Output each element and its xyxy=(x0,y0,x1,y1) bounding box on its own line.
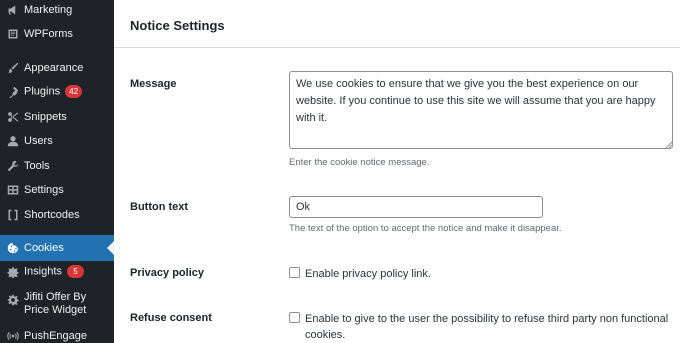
cookie-icon xyxy=(6,242,19,255)
sidebar-item-settings[interactable]: Settings xyxy=(0,183,114,197)
sidebar-item-label: Shortcodes xyxy=(24,208,80,221)
sidebar-item-label: Marketing xyxy=(24,3,73,16)
scissors-icon xyxy=(6,111,19,124)
sidebar-item-cookies[interactable]: Cookies xyxy=(0,235,114,261)
brackets-icon xyxy=(6,209,19,222)
settings-icon xyxy=(6,184,19,197)
sidebar-item-jifiti[interactable]: Jifiti Offer By Price Widget xyxy=(0,291,114,319)
message-label: Message xyxy=(130,78,177,90)
refuse-consent-option: Enable to give to the user the possibili… xyxy=(289,311,668,343)
sidebar-item-insights[interactable]: Insights 5 xyxy=(0,265,114,279)
button-text-label: Button text xyxy=(130,201,189,213)
admin-sidebar: Marketing WPForms Appearance Plugins 42 S… xyxy=(0,0,114,343)
sidebar-item-label: Cookies xyxy=(24,241,64,254)
button-text-description: The text of the option to accept the not… xyxy=(289,223,562,234)
sidebar-item-pushengage[interactable]: PushEngage xyxy=(0,329,114,343)
active-indicator xyxy=(107,241,114,255)
resize-handle-icon[interactable] xyxy=(665,141,672,148)
sidebar-item-label: Users xyxy=(24,134,53,147)
sidebar-item-label: Snippets xyxy=(24,110,67,123)
notice-settings-panel: Notice Settings Message We use cookies t… xyxy=(114,0,680,343)
sidebar-item-users[interactable]: Users xyxy=(0,134,114,148)
privacy-policy-checkbox-label: Enable privacy policy link. xyxy=(305,268,431,280)
button-text-input[interactable] xyxy=(289,196,543,218)
panel-header: Notice Settings xyxy=(114,0,680,48)
privacy-policy-label: Privacy policy xyxy=(130,267,204,279)
sidebar-item-label: Insights xyxy=(24,265,62,278)
privacy-policy-checkbox[interactable] xyxy=(289,267,300,278)
wrench-icon xyxy=(6,160,19,173)
privacy-policy-option: Enable privacy policy link. xyxy=(289,266,431,282)
plug-icon xyxy=(6,86,19,99)
paintbrush-icon xyxy=(6,62,19,75)
panel-title: Notice Settings xyxy=(130,18,225,33)
message-description: Enter the cookie notice message. xyxy=(289,157,430,168)
refuse-consent-label: Refuse consent xyxy=(130,312,212,324)
sidebar-item-plugins[interactable]: Plugins 42 xyxy=(0,85,114,99)
sidebar-item-marketing[interactable]: Marketing xyxy=(0,3,114,17)
sidebar-item-label: Appearance xyxy=(24,61,84,74)
sidebar-item-label: Jifiti Offer By Price Widget xyxy=(24,291,87,316)
message-textarea[interactable]: We use cookies to ensure that we give yo… xyxy=(289,71,673,149)
sidebar-item-wpforms[interactable]: WPForms xyxy=(0,27,114,41)
refuse-consent-checkbox[interactable] xyxy=(289,312,300,323)
sidebar-item-snippets[interactable]: Snippets xyxy=(0,110,114,124)
update-count-badge: 42 xyxy=(65,85,83,99)
megaphone-icon xyxy=(6,4,19,17)
sidebar-item-tools[interactable]: Tools xyxy=(0,159,114,173)
refuse-consent-checkbox-label-line1: Enable to give to the user the possibili… xyxy=(305,313,669,325)
wpforms-icon xyxy=(6,28,19,41)
sidebar-item-label: Settings xyxy=(24,183,64,196)
gear-icon xyxy=(6,293,19,306)
sidebar-item-label: Tools xyxy=(24,159,50,172)
sidebar-item-label: PushEngage xyxy=(24,329,87,342)
broadcast-icon xyxy=(6,330,19,343)
sidebar-item-label: WPForms xyxy=(24,27,73,40)
sidebar-item-appearance[interactable]: Appearance xyxy=(0,61,114,75)
user-icon xyxy=(6,135,19,148)
sidebar-item-label: Plugins xyxy=(24,85,61,98)
sidebar-item-shortcodes[interactable]: Shortcodes xyxy=(0,208,114,222)
insights-count-badge: 5 xyxy=(66,265,84,279)
refuse-consent-checkbox-label-line2: cookies. xyxy=(305,329,346,341)
insights-icon xyxy=(6,266,19,279)
